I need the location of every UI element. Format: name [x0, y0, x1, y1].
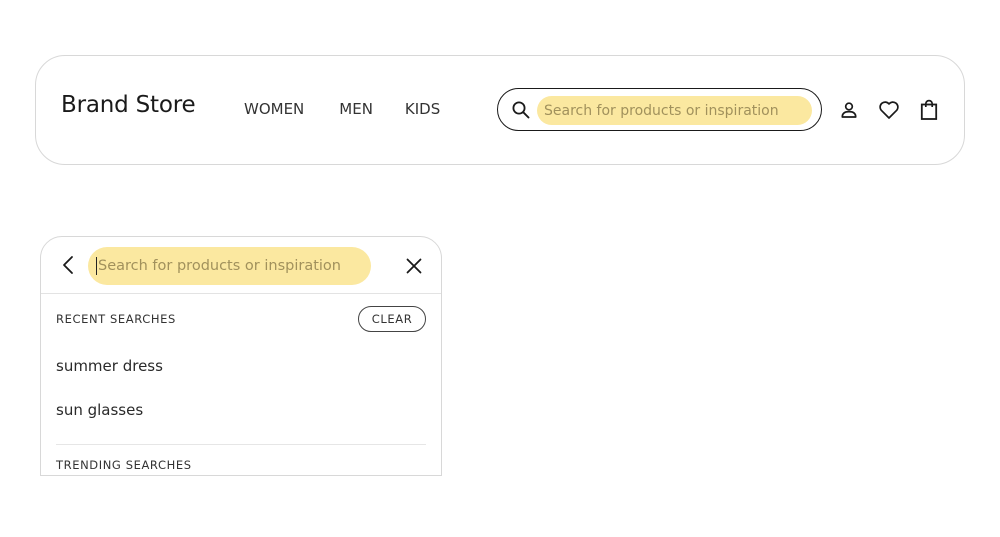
search-panel: RECENT SEARCHES CLEAR summer dress sun g… [40, 236, 442, 476]
search-icon[interactable] [511, 100, 531, 120]
nav-item-men[interactable]: MEN [339, 100, 373, 118]
nav-item-women[interactable]: WOMEN [244, 100, 304, 118]
section-divider [56, 444, 426, 445]
clear-button[interactable]: CLEAR [358, 306, 426, 332]
site-header: Brand Store WOMEN MEN KIDS [35, 55, 965, 165]
close-icon[interactable] [404, 256, 424, 276]
header-search-bar[interactable] [497, 88, 822, 131]
text-caret [96, 257, 97, 275]
chevron-left-icon[interactable] [59, 255, 79, 275]
brand-logo[interactable]: Brand Store [61, 92, 196, 118]
search-panel-input[interactable] [98, 247, 366, 285]
recent-search-item[interactable]: sun glasses [56, 401, 143, 419]
heart-icon[interactable] [878, 99, 900, 121]
recent-search-item[interactable]: summer dress [56, 357, 163, 375]
nav-item-kids[interactable]: KIDS [405, 100, 440, 118]
trending-searches-heading: TRENDING SEARCHES [56, 458, 192, 472]
main-nav: WOMEN MEN KIDS [244, 100, 440, 118]
search-panel-field[interactable] [88, 247, 371, 285]
search-panel-bar [41, 237, 441, 294]
shopping-bag-icon[interactable] [918, 99, 940, 121]
user-icon[interactable] [838, 99, 860, 121]
header-actions [838, 99, 940, 121]
header-search-input[interactable] [537, 96, 812, 125]
recent-searches-heading: RECENT SEARCHES [56, 312, 176, 326]
